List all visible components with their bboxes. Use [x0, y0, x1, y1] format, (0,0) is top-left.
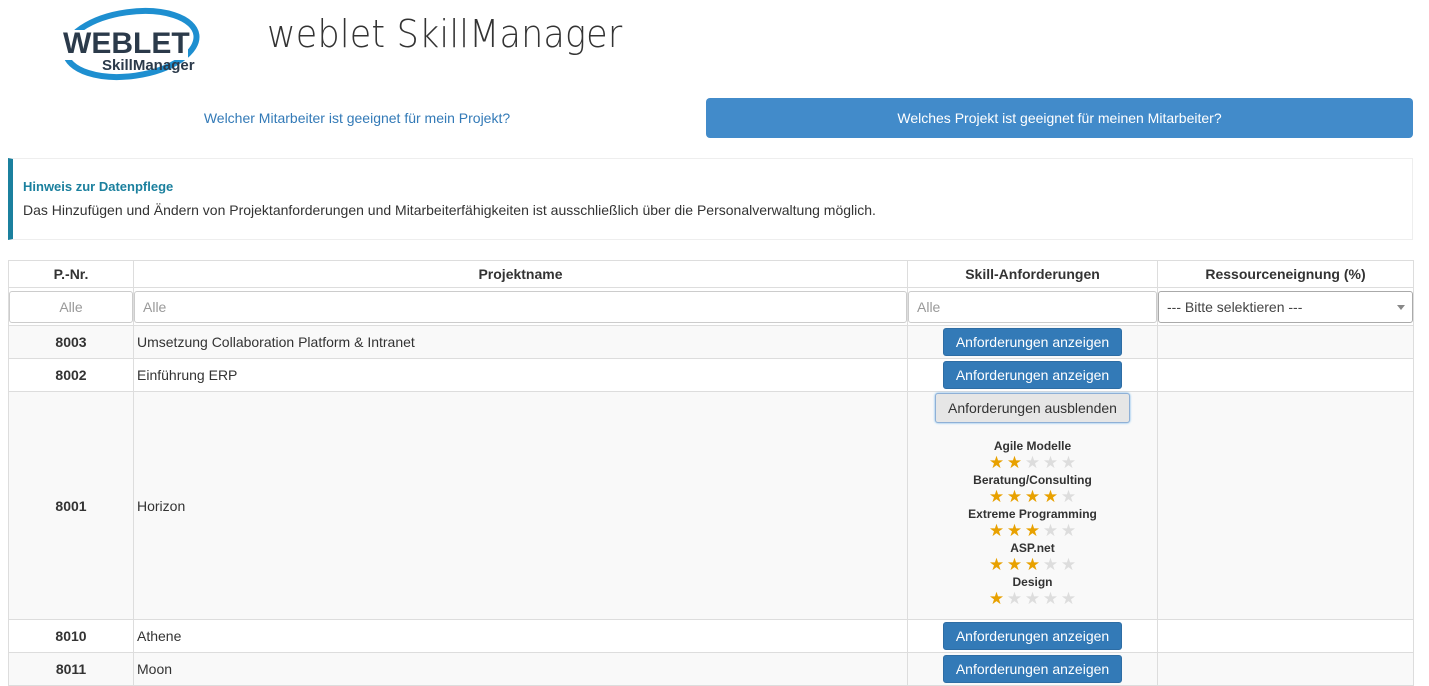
skill-requirements-list: Agile Modelle ★ ★ ★ ★ ★ Beratung/Consulting ★ ★ ★…	[908, 438, 1157, 608]
table-row: 8011 Moon Anforderungen anzeigen	[8, 652, 1414, 686]
filter-pnr-input[interactable]	[9, 290, 133, 323]
cell-projectname: Moon	[133, 652, 908, 686]
skill-name: Design	[1012, 575, 1053, 589]
filter-resource-select[interactable]: --- Bitte selektieren ---	[1158, 290, 1413, 323]
skill-name: Extreme Programming	[968, 507, 1097, 521]
notice-title: Hinweis zur Datenpflege	[23, 179, 174, 194]
cell-pnr: 8011	[8, 652, 134, 686]
nav-employee-for-project[interactable]: Welcher Mitarbeiter ist geeignet für mei…	[8, 98, 706, 138]
col-header-resource-fit[interactable]: Ressourceneignung (%)	[1157, 260, 1414, 288]
cell-resource-fit	[1157, 652, 1414, 686]
star-empty-icon: ★	[1024, 589, 1041, 608]
star-filled-icon: ★	[988, 521, 1005, 540]
app-title: weblet SkillManager	[267, 12, 623, 56]
filter-skills-input[interactable]	[908, 290, 1157, 323]
skill-rating: ★ ★ ★ ★ ★	[908, 590, 1157, 608]
star-filled-icon: ★	[1024, 487, 1041, 506]
skill-item: Beratung/Consulting ★ ★ ★ ★ ★	[908, 472, 1157, 506]
table-row-expanded: 8001 Horizon Anforderungen ausblenden Ag…	[8, 391, 1414, 620]
skill-name: Agile Modelle	[993, 439, 1072, 453]
skill-name: Beratung/Consulting	[973, 473, 1092, 487]
cell-projectname: Einführung ERP	[133, 358, 908, 392]
skill-rating: ★ ★ ★ ★ ★	[908, 454, 1157, 472]
star-filled-icon: ★	[1024, 521, 1041, 540]
star-empty-icon: ★	[1060, 487, 1077, 506]
logo-text-skillmanager: SkillManager	[102, 57, 195, 74]
cell-resource-fit	[1157, 358, 1414, 392]
cell-pnr: 8002	[8, 358, 134, 392]
skill-item: Agile Modelle ★ ★ ★ ★ ★	[908, 438, 1157, 472]
skill-rating: ★ ★ ★ ★ ★	[908, 556, 1157, 574]
filter-projectname-input[interactable]	[134, 290, 907, 323]
cell-pnr: 8003	[8, 325, 134, 359]
cell-pnr: 8010	[8, 619, 134, 653]
table-row: 8003 Umsetzung Collaboration Platform & …	[8, 325, 1414, 359]
cell-pnr: 8001	[8, 391, 134, 620]
data-maintenance-notice: Hinweis zur Datenpflege Das Hinzufügen u…	[8, 158, 1413, 240]
star-empty-icon: ★	[1006, 589, 1023, 608]
star-filled-icon: ★	[988, 487, 1005, 506]
star-empty-icon: ★	[1042, 555, 1059, 574]
star-empty-icon: ★	[1042, 453, 1059, 472]
table-row: 8002 Einführung ERP Anforderungen anzeig…	[8, 358, 1414, 392]
show-requirements-button[interactable]: Anforderungen anzeigen	[942, 655, 1123, 683]
skill-name: ASP.net	[1010, 541, 1055, 555]
show-requirements-button[interactable]: Anforderungen anzeigen	[942, 622, 1123, 650]
chevron-down-icon	[1397, 304, 1405, 310]
star-filled-icon: ★	[988, 589, 1005, 608]
star-empty-icon: ★	[1024, 453, 1041, 472]
star-filled-icon: ★	[1006, 521, 1023, 540]
logo-text-weblet: WEBLET	[63, 27, 190, 60]
projects-table: P.-Nr. Projektname Skill-Anforderungen R…	[8, 260, 1414, 686]
hide-requirements-button[interactable]: Anforderungen ausblenden	[935, 393, 1130, 423]
star-empty-icon: ★	[1060, 589, 1077, 608]
star-filled-icon: ★	[988, 555, 1005, 574]
star-empty-icon: ★	[1060, 555, 1077, 574]
cell-projectname: Umsetzung Collaboration Platform & Intra…	[133, 325, 908, 359]
cell-projectname: Athene	[133, 619, 908, 653]
main-nav: Welcher Mitarbeiter ist geeignet für mei…	[8, 98, 1413, 138]
star-empty-icon: ★	[1042, 521, 1059, 540]
skill-item: Design ★ ★ ★ ★ ★	[908, 574, 1157, 608]
skill-item: Extreme Programming ★ ★ ★ ★ ★	[908, 506, 1157, 540]
star-filled-icon: ★	[1024, 555, 1041, 574]
cell-resource-fit	[1157, 391, 1414, 620]
star-empty-icon: ★	[1042, 589, 1059, 608]
star-filled-icon: ★	[1006, 487, 1023, 506]
cell-projectname: Horizon	[133, 391, 908, 620]
star-filled-icon: ★	[1042, 487, 1059, 506]
table-row: 8010 Athene Anforderungen anzeigen	[8, 619, 1414, 653]
col-header-projectname[interactable]: Projektname	[133, 260, 908, 288]
star-empty-icon: ★	[1060, 453, 1077, 472]
col-header-pnr[interactable]: P.-Nr.	[8, 260, 134, 288]
skill-rating: ★ ★ ★ ★ ★	[908, 488, 1157, 506]
cell-resource-fit	[1157, 325, 1414, 359]
star-empty-icon: ★	[1060, 521, 1077, 540]
skill-rating: ★ ★ ★ ★ ★	[908, 522, 1157, 540]
star-filled-icon: ★	[1006, 453, 1023, 472]
filter-resource-select-value: --- Bitte selektieren ---	[1167, 298, 1303, 315]
skill-item: ASP.net ★ ★ ★ ★ ★	[908, 540, 1157, 574]
weblet-logo: WEBLET SkillManager	[58, 6, 208, 84]
col-header-skills[interactable]: Skill-Anforderungen	[907, 260, 1158, 288]
show-requirements-button[interactable]: Anforderungen anzeigen	[942, 361, 1123, 389]
notice-text: Das Hinzufügen und Ändern von Projektanf…	[23, 202, 876, 218]
nav-project-for-employee[interactable]: Welches Projekt ist geeignet für meinen …	[706, 98, 1413, 138]
star-filled-icon: ★	[988, 453, 1005, 472]
cell-resource-fit	[1157, 619, 1414, 653]
show-requirements-button[interactable]: Anforderungen anzeigen	[942, 328, 1123, 356]
star-filled-icon: ★	[1006, 555, 1023, 574]
